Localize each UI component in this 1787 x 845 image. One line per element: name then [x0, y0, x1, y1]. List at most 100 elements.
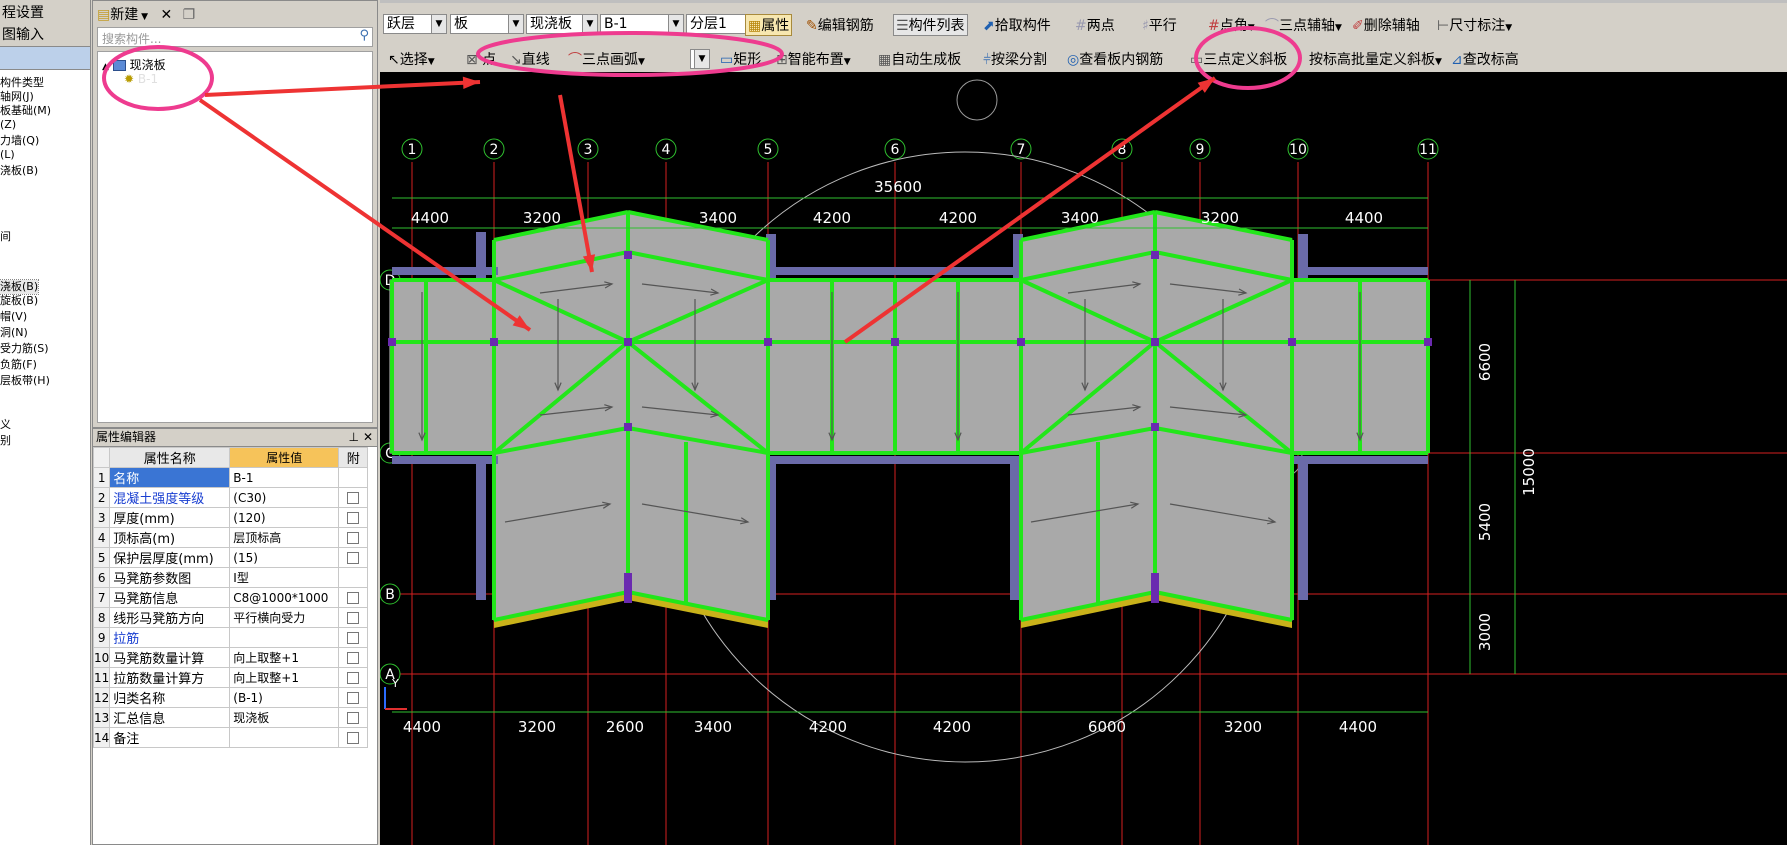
copy-icon[interactable]: ❐	[183, 7, 196, 23]
three-point-axis-button[interactable]: ⌒三点辅轴▼	[1265, 15, 1342, 35]
batch-slope-button[interactable]: 按标高批量定义斜板▼	[1309, 49, 1442, 69]
nav-project-settings[interactable]: 程设置	[0, 0, 90, 22]
attach-cell[interactable]	[338, 627, 369, 648]
property-row[interactable]: 2 混凝土强度等级 (C30)	[92, 487, 369, 508]
property-value[interactable]: B-1	[229, 467, 340, 488]
rectangle-button[interactable]: ▭矩形	[720, 49, 761, 69]
properties-button[interactable]: ▦属性	[745, 14, 793, 36]
property-value[interactable]: 平行横向受力	[229, 607, 340, 628]
nav-tree-item[interactable]: (L)	[0, 148, 15, 162]
attach-checkbox[interactable]	[347, 491, 360, 504]
type-select[interactable]: 现浇板 ▼	[526, 14, 598, 34]
attach-checkbox[interactable]	[347, 631, 360, 644]
property-row[interactable]: 14 备注	[92, 727, 369, 748]
attach-checkbox[interactable]	[347, 711, 360, 724]
delete-axis-button[interactable]: ✐删除辅轴	[1352, 15, 1420, 35]
nav-tree-item[interactable]: 轴网(J)	[0, 90, 34, 104]
property-row[interactable]: 11 拉筋数量计算方 向上取整+1	[92, 667, 369, 688]
property-row[interactable]: 5 保护层厚度(mm) (15)	[92, 547, 369, 568]
check-elevation-button[interactable]: ⊿查改标高	[1451, 49, 1519, 69]
category-select[interactable]: 板 ▼	[450, 14, 524, 34]
property-row[interactable]: 10 马凳筋数量计算 向上取整+1	[92, 647, 369, 668]
nav-tree-item[interactable]: 浇板(B)	[0, 164, 38, 178]
property-value[interactable]: 向上取整+1	[229, 647, 340, 668]
property-row[interactable]: 8 线形马凳筋方向 平行横向受力	[92, 607, 369, 628]
property-value[interactable]	[229, 727, 340, 748]
search-icon[interactable]: ⚲	[359, 28, 369, 43]
edit-rebar-button[interactable]: ✎编辑钢筋	[806, 15, 874, 35]
property-row[interactable]: 6 马凳筋参数图 Ⅰ型	[92, 567, 369, 588]
close-icon[interactable]: ✕	[363, 429, 373, 446]
auto-generate-slab-button[interactable]: ▦自动生成板	[878, 49, 961, 69]
property-value[interactable]: 向上取整+1	[229, 667, 340, 688]
property-row[interactable]: 3 厚度(mm) (120)	[92, 507, 369, 528]
attach-cell[interactable]	[338, 527, 369, 548]
component-search-input[interactable]: 搜索构件... ⚲	[97, 27, 373, 47]
nav-drawing-input[interactable]: 图输入	[0, 22, 90, 44]
property-row[interactable]: 1 名称 B-1	[92, 467, 369, 488]
attach-cell[interactable]	[338, 707, 369, 728]
attach-cell[interactable]	[338, 507, 369, 528]
attach-checkbox[interactable]	[347, 671, 360, 684]
component-select[interactable]: B-1 ▼	[600, 14, 684, 34]
attach-checkbox[interactable]	[347, 691, 360, 704]
nav-tree-item[interactable]: 帽(V)	[0, 310, 27, 324]
new-button[interactable]: ▤新建 ▼ ✕ ❐	[97, 4, 195, 24]
pick-component-button[interactable]: ⬈拾取构件	[983, 15, 1051, 35]
plan-drawing[interactable]: 1234567891011DCBA 3560044003200340042004…	[380, 72, 1787, 845]
property-row[interactable]: 4 顶标高(m) 层顶标高	[92, 527, 369, 548]
collapse-icon[interactable]: ▲	[102, 62, 109, 72]
property-value[interactable]: (15)	[229, 547, 340, 568]
attach-cell[interactable]	[338, 547, 369, 568]
nav-tree-item[interactable]: 层板带(H)	[0, 374, 50, 388]
pin-icon[interactable]: ⊥	[349, 429, 359, 446]
two-points-axis-button[interactable]: #两点	[1075, 15, 1115, 35]
attach-checkbox[interactable]	[347, 651, 360, 664]
delete-icon[interactable]: ✕	[160, 7, 172, 23]
point-button[interactable]: ⊠ 点	[466, 49, 496, 69]
nav-tree-item[interactable]: 浇板(B)	[0, 279, 40, 295]
dimension-button[interactable]: ⊢尺寸标注▼	[1437, 15, 1512, 35]
property-row[interactable]: 12 归类名称 (B-1)	[92, 687, 369, 708]
floor-select[interactable]: 跃层 ▼	[383, 14, 447, 34]
arc-button[interactable]: ⌒三点画弧▼	[568, 49, 645, 69]
attach-checkbox[interactable]	[347, 731, 360, 744]
property-value[interactable]: 现浇板	[229, 707, 340, 728]
nav-tree-item[interactable]: 洞(N)	[0, 326, 28, 340]
nav-tree-item[interactable]: 构件类型	[0, 76, 44, 90]
nav-tree-item[interactable]: 间	[0, 230, 11, 244]
property-value[interactable]: (B-1)	[229, 687, 340, 708]
property-value[interactable]: 层顶标高	[229, 527, 340, 548]
select-button[interactable]: ↖选择▼	[388, 49, 435, 69]
attach-cell[interactable]	[338, 727, 369, 748]
point-angle-button[interactable]: #点角▼	[1208, 15, 1255, 35]
tree-node-b1[interactable]: ✹ B-1	[124, 72, 158, 86]
component-list-button[interactable]: ☰构件列表	[893, 14, 968, 36]
split-by-beam-button[interactable]: ⫩按梁分割	[983, 49, 1047, 69]
nav-tree-item[interactable]: (Z)	[0, 118, 16, 132]
tree-node-slab-group[interactable]: ▲ 现浇板	[102, 56, 166, 73]
attach-checkbox[interactable]	[347, 591, 360, 604]
property-value[interactable]: (C30)	[229, 487, 340, 508]
nav-tree-item[interactable]: 板基础(M)	[0, 104, 51, 118]
parallel-axis-button[interactable]: ♯平行	[1142, 15, 1177, 35]
nav-tree-item[interactable]: 负筋(F)	[0, 358, 37, 372]
property-value[interactable]: (120)	[229, 507, 340, 528]
attach-cell[interactable]	[338, 647, 369, 668]
property-row[interactable]: 7 马凳筋信息 C8@1000*1000	[92, 587, 369, 608]
attach-cell[interactable]	[338, 607, 369, 628]
property-row[interactable]: 9 拉筋	[92, 627, 369, 648]
nav-tree-item[interactable]: 力墙(Q)	[0, 134, 39, 148]
attach-checkbox[interactable]	[347, 511, 360, 524]
nav-tree-item[interactable]: 义	[0, 418, 11, 432]
property-value[interactable]: C8@1000*1000	[229, 587, 340, 608]
attach-cell[interactable]	[338, 587, 369, 608]
attach-cell[interactable]	[338, 687, 369, 708]
arc-mode-select[interactable]: ▼	[690, 49, 710, 69]
attach-checkbox[interactable]	[347, 611, 360, 624]
nav-tree-item[interactable]: 旋板(B)	[0, 294, 38, 308]
attach-checkbox[interactable]	[347, 531, 360, 544]
smart-place-button[interactable]: ⊞智能布置▼	[776, 49, 851, 69]
three-point-slope-button[interactable]: ▭三点定义斜板	[1190, 49, 1287, 69]
attach-cell[interactable]	[338, 487, 369, 508]
